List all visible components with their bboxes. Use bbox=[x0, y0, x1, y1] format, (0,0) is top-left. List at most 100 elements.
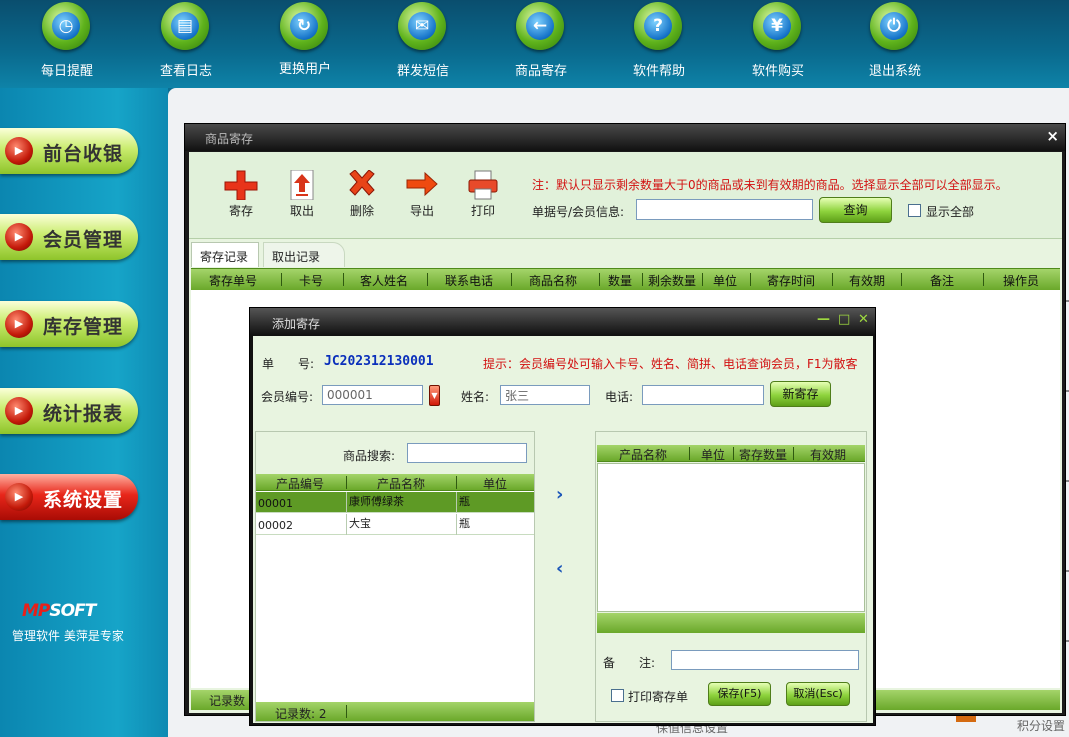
column-header[interactable]: 单位 bbox=[483, 475, 507, 492]
delete-button[interactable]: 删除 bbox=[337, 170, 387, 222]
sidebar-item-members[interactable]: ▶ 会员管理 bbox=[0, 214, 138, 260]
take-out-button[interactable]: 取出 bbox=[277, 170, 327, 222]
deposit-icon: ← bbox=[516, 2, 564, 50]
save-button[interactable]: 保存(F5) bbox=[708, 682, 771, 706]
show-all-checkbox[interactable] bbox=[908, 204, 921, 217]
table-row[interactable]: 00002 大宝 瓶 bbox=[256, 514, 534, 535]
order-number-value: JC202312130001 bbox=[324, 354, 434, 369]
print-slip-checkbox[interactable] bbox=[611, 689, 624, 702]
record-tabs: 寄存记录 取出记录 bbox=[189, 242, 1062, 267]
name-input[interactable] bbox=[500, 385, 590, 405]
column-header[interactable]: 剩余数量 bbox=[648, 272, 696, 289]
column-header[interactable]: 寄存单号 bbox=[209, 272, 257, 289]
dropdown-arrow-icon[interactable]: ▼ bbox=[429, 385, 440, 406]
close-icon[interactable]: × bbox=[1046, 127, 1059, 145]
product-deposit-label: 商品寄存 bbox=[514, 64, 567, 79]
name-label: 姓名: bbox=[461, 390, 490, 404]
column-header[interactable]: 备注 bbox=[930, 272, 954, 289]
help-icon: ? bbox=[634, 2, 682, 50]
close-icon[interactable]: ✕ bbox=[858, 312, 869, 327]
sidebar-item-label: 统计报表 bbox=[43, 403, 124, 425]
phone-input[interactable] bbox=[642, 385, 764, 405]
bulk-sms-label: 群发短信 bbox=[396, 64, 449, 79]
column-header[interactable]: 产品编号 bbox=[276, 475, 324, 492]
chevron-right-icon: ▶ bbox=[5, 483, 33, 511]
dialog-title: 添加寄存 bbox=[250, 308, 875, 335]
member-id-input[interactable] bbox=[322, 385, 423, 405]
take-out-icon bbox=[290, 170, 314, 200]
product-table-footer: 记录数: 2 bbox=[256, 702, 534, 721]
print-button[interactable]: 打印 bbox=[458, 170, 508, 222]
daily-reminder-label: 每日提醒 bbox=[40, 64, 93, 79]
column-header[interactable]: 客人姓名 bbox=[360, 272, 408, 289]
deposit-items-footer bbox=[597, 613, 865, 633]
column-header[interactable]: 操作员 bbox=[1003, 272, 1039, 289]
column-header[interactable]: 单位 bbox=[701, 446, 725, 463]
software-purchase-button[interactable]: ¥ 软件购买 bbox=[728, 0, 828, 88]
daily-reminder-button[interactable]: ◷ 每日提醒 bbox=[17, 0, 117, 88]
chevron-right-icon: ▶ bbox=[5, 310, 33, 338]
window-title: 商品寄存 bbox=[185, 124, 1065, 151]
product-deposit-button[interactable]: ← 商品寄存 bbox=[491, 0, 591, 88]
tab-deposit-records[interactable]: 寄存记录 bbox=[191, 242, 259, 267]
product-table-header: 产品编号 产品名称 单位 bbox=[256, 474, 534, 491]
sidebar-item-settings[interactable]: ▶ 系统设置 bbox=[0, 474, 138, 520]
deposit-toolbar: 寄存 取出 删除 导出 打印 注：默认只显示剩余数量大于0的商品或未到有效期的商… bbox=[189, 152, 1062, 239]
move-left-icon[interactable]: ‹ bbox=[556, 558, 563, 579]
remark-input[interactable] bbox=[671, 650, 859, 670]
sidebar-item-reports[interactable]: ▶ 统计报表 bbox=[0, 388, 138, 434]
phone-label: 电话: bbox=[605, 390, 634, 404]
mpsoft-logo: MPSOFT bbox=[22, 601, 96, 621]
export-button[interactable]: 导出 bbox=[397, 170, 447, 222]
column-header[interactable]: 产品名称 bbox=[377, 475, 425, 492]
bulk-sms-button[interactable]: ✉ 群发短信 bbox=[373, 0, 473, 88]
column-header[interactable]: 单位 bbox=[713, 272, 737, 289]
purchase-icon: ¥ bbox=[753, 2, 801, 50]
deposit-note: 注：默认只显示剩余数量大于0的商品或未到有效期的商品。选择显示全部可以全部显示。 bbox=[532, 178, 1008, 192]
product-list-panel: 商品搜索: 产品编号 产品名称 单位 00001 康师傅绿茶 瓶 00002 大 bbox=[255, 431, 535, 722]
order-number-label: 单 号: bbox=[262, 357, 315, 371]
sidebar-item-cashier[interactable]: ▶ 前台收银 bbox=[0, 128, 138, 174]
deposit-items-list[interactable] bbox=[597, 463, 865, 612]
column-header[interactable]: 有效期 bbox=[849, 272, 885, 289]
sidebar-item-label: 库存管理 bbox=[43, 316, 124, 338]
maximize-icon[interactable]: □ bbox=[838, 312, 850, 327]
deposit-items-header: 产品名称 单位 寄存数量 有效期 bbox=[597, 445, 865, 462]
record-count: 记录数: 2 bbox=[275, 707, 327, 721]
chevron-right-icon: ▶ bbox=[5, 137, 33, 165]
exit-system-label: 退出系统 bbox=[868, 64, 921, 79]
query-button[interactable]: 查询 bbox=[819, 197, 892, 223]
column-header[interactable]: 寄存数量 bbox=[739, 446, 787, 463]
query-input[interactable] bbox=[636, 199, 813, 220]
log-icon: ▤ bbox=[161, 2, 209, 50]
column-header[interactable]: 产品名称 bbox=[619, 446, 667, 463]
product-search-input[interactable] bbox=[407, 443, 527, 463]
tab-take-out-records[interactable]: 取出记录 bbox=[263, 242, 345, 267]
background-text: 积分设置 bbox=[1017, 719, 1066, 733]
minimize-icon[interactable]: — bbox=[817, 312, 830, 327]
deposit-items-panel: 产品名称 单位 寄存数量 有效期 备 注: 打印寄存单 保存(F5) 取消(Es… bbox=[595, 431, 867, 722]
column-header[interactable]: 数量 bbox=[608, 272, 632, 289]
print-slip-label: 打印寄存单 bbox=[628, 690, 689, 704]
new-deposit-button[interactable]: 新寄存 bbox=[770, 381, 831, 407]
add-deposit-dialog: 添加寄存 — □ ✕ 单 号: JC202312130001 提示：会员编号处可… bbox=[249, 307, 876, 726]
software-help-button[interactable]: ? 软件帮助 bbox=[609, 0, 709, 88]
view-log-button[interactable]: ▤ 查看日志 bbox=[136, 0, 236, 88]
deposit-button[interactable]: 寄存 bbox=[216, 170, 266, 222]
column-header[interactable]: 有效期 bbox=[810, 446, 846, 463]
column-header[interactable]: 寄存时间 bbox=[767, 272, 815, 289]
remark-label: 备 注: bbox=[603, 656, 656, 670]
view-log-label: 查看日志 bbox=[159, 64, 212, 79]
table-row[interactable]: 00001 康师傅绿茶 瓶 bbox=[256, 492, 534, 513]
cancel-button[interactable]: 取消(Esc) bbox=[786, 682, 850, 706]
power-icon: ⏻ bbox=[870, 2, 918, 50]
sidebar-item-label: 前台收银 bbox=[43, 143, 124, 165]
column-header[interactable]: 商品名称 bbox=[529, 272, 577, 289]
exit-system-button[interactable]: ⏻ 退出系统 bbox=[845, 0, 945, 88]
print-icon bbox=[468, 170, 498, 200]
move-right-icon[interactable]: › bbox=[556, 484, 563, 505]
sidebar-item-inventory[interactable]: ▶ 库存管理 bbox=[0, 301, 138, 347]
column-header[interactable]: 卡号 bbox=[299, 272, 323, 289]
switch-user-button[interactable]: ↻ 更换用户 bbox=[255, 0, 355, 88]
column-header[interactable]: 联系电话 bbox=[445, 272, 493, 289]
